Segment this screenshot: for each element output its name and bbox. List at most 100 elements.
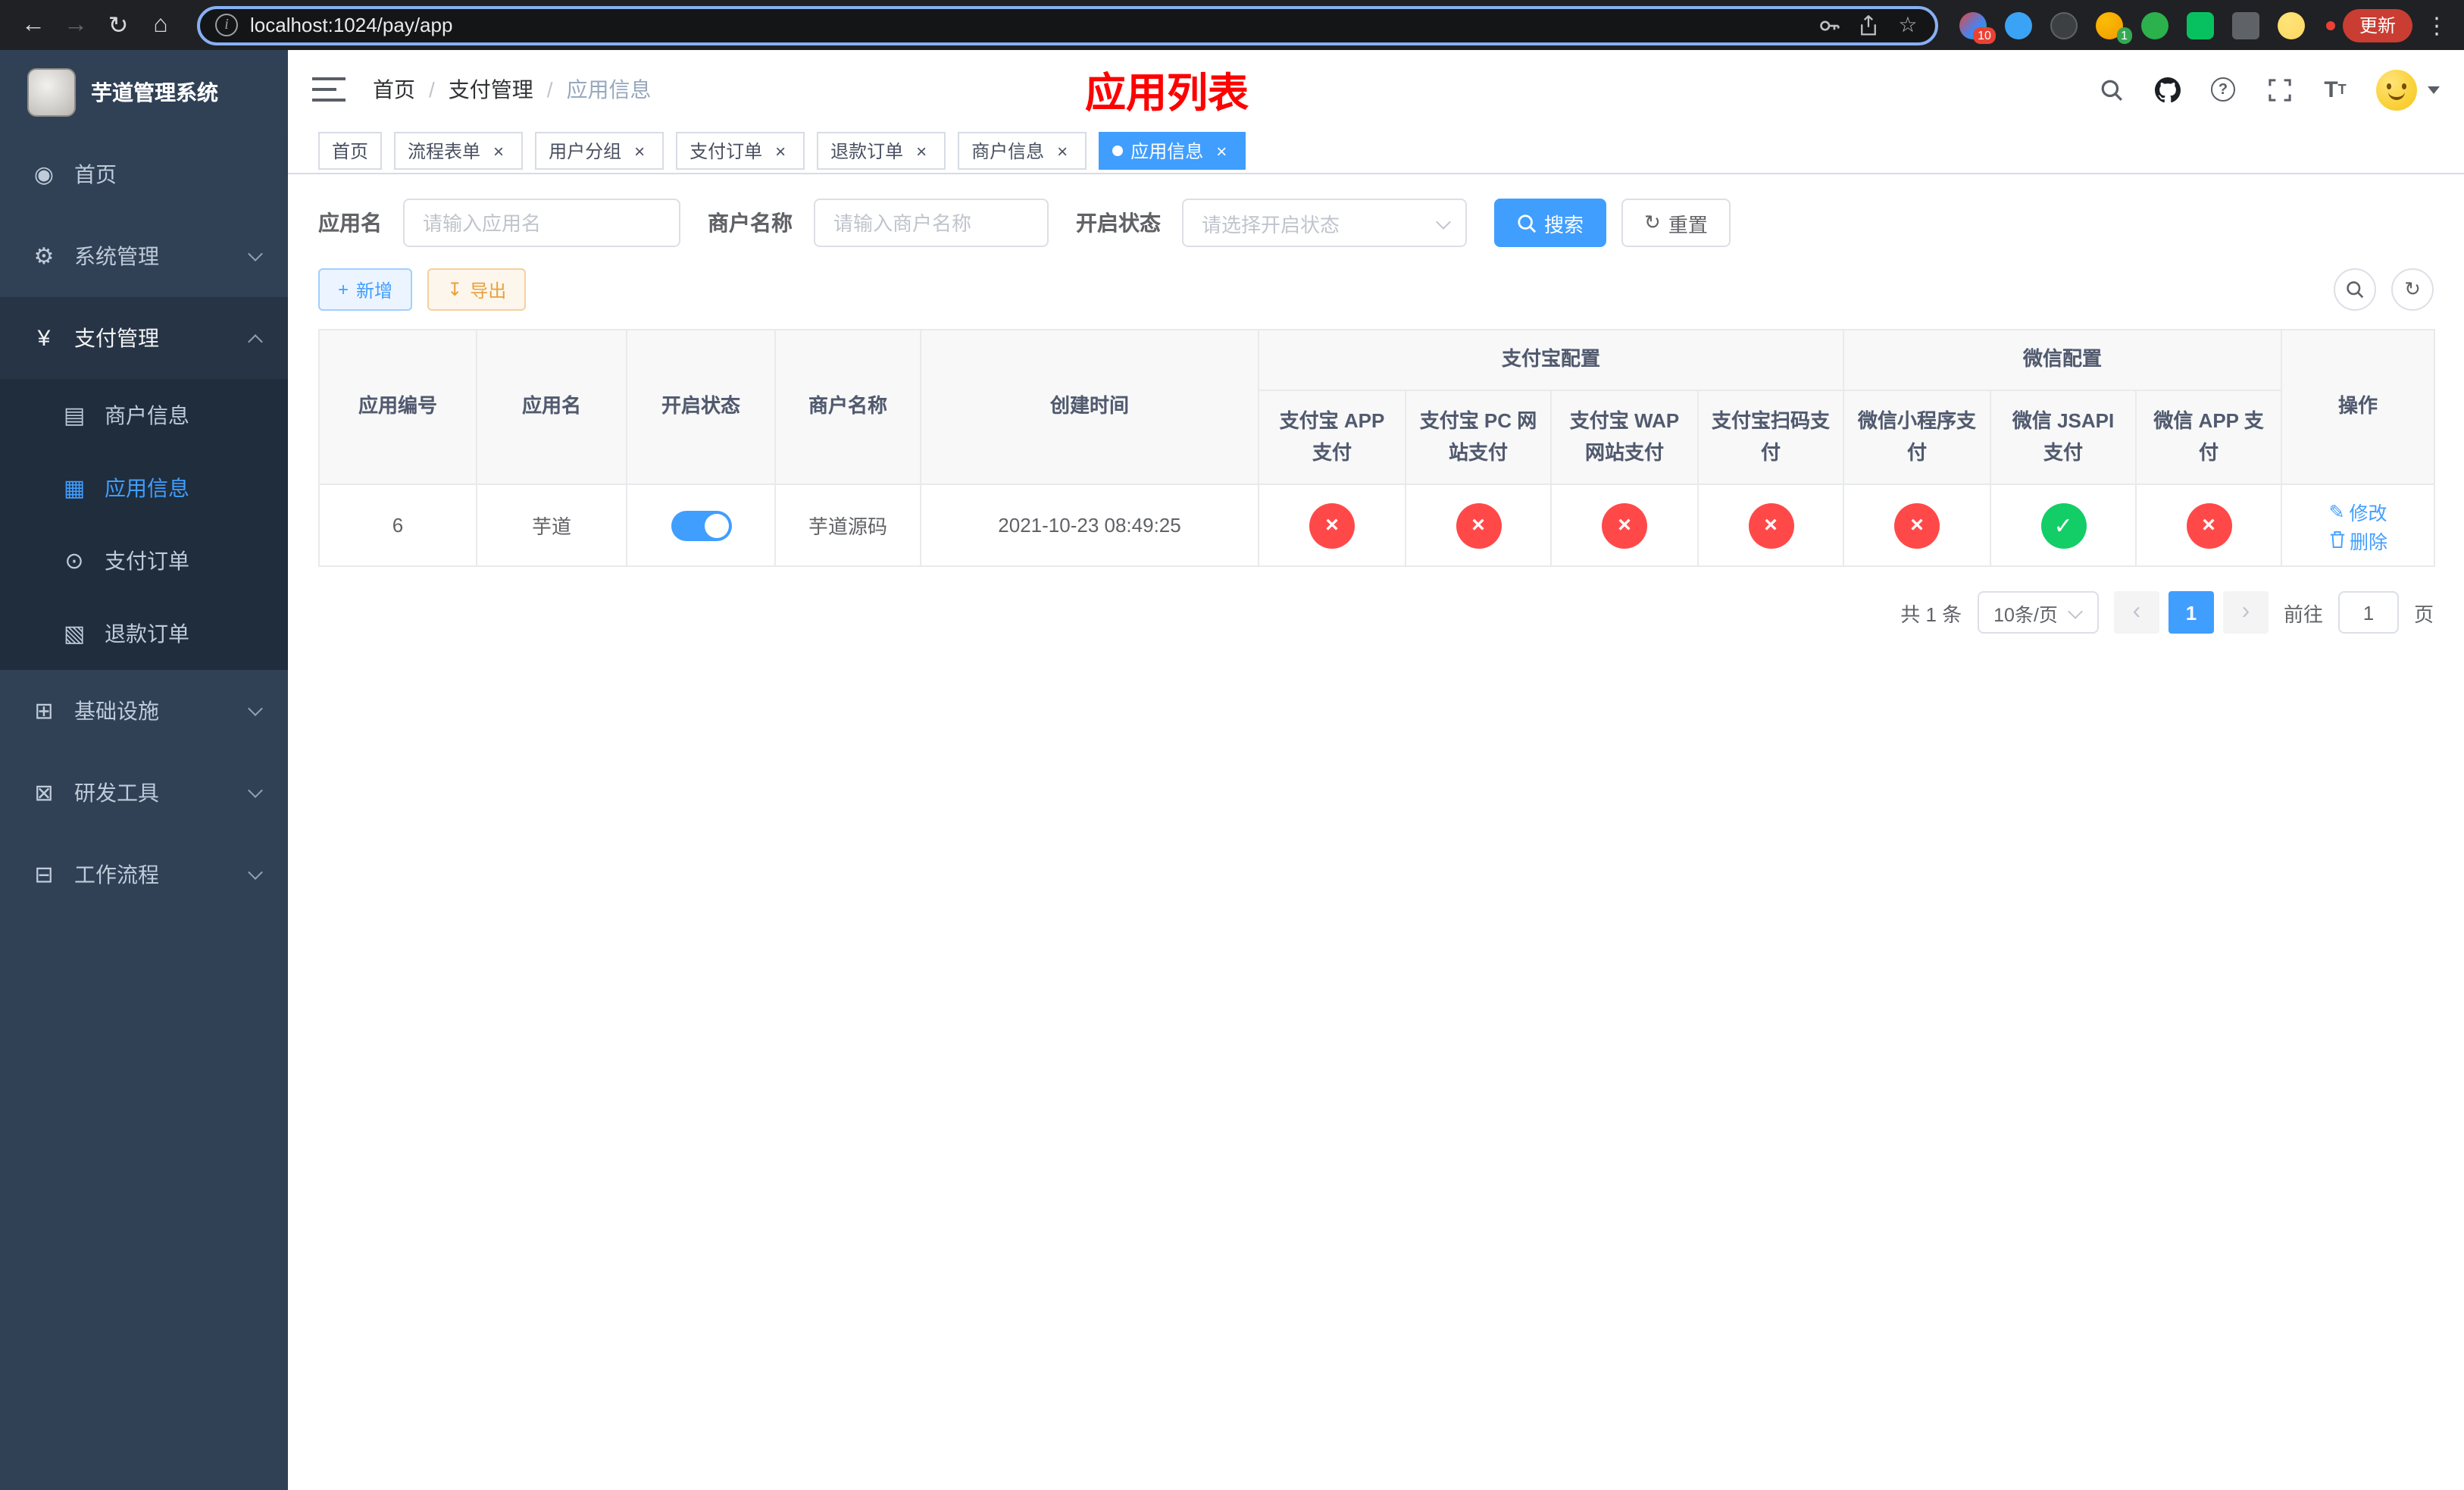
sidebar-item-pay-order[interactable]: ⊙ 支付订单	[0, 524, 288, 597]
yen-icon: ¥	[37, 325, 51, 351]
sidebar-item-home[interactable]: ◉ 首页	[0, 133, 288, 215]
sidebar-item-infrastructure[interactable]: ⊞ 基础设施	[0, 670, 288, 752]
password-key-icon[interactable]	[1811, 7, 1847, 43]
close-icon[interactable]: ×	[911, 140, 932, 161]
cell-app-name: 芋道	[476, 484, 627, 567]
breadcrumb-payment[interactable]: 支付管理	[449, 74, 533, 105]
merchant-name-input[interactable]	[814, 199, 1049, 247]
extension-icon[interactable]	[2181, 5, 2222, 45]
collapse-sidebar-icon[interactable]	[312, 77, 346, 102]
refresh-table-button[interactable]: ↻	[2391, 268, 2434, 311]
share-icon[interactable]	[1850, 7, 1887, 43]
browser-reload-button[interactable]: ↻	[97, 4, 139, 46]
grid-icon: ▦	[63, 476, 86, 502]
top-navbar: 首页 / 支付管理 / 应用信息 应用列表 ? T T	[288, 50, 2464, 129]
tag-merchant-info[interactable]: 商户信息 ×	[958, 132, 1087, 170]
extension-icon[interactable]	[2226, 5, 2267, 45]
chevron-down-icon	[1436, 214, 1451, 230]
app-title: 芋道管理系统	[91, 80, 218, 104]
tag-refund-order[interactable]: 退款订单 ×	[817, 132, 946, 170]
active-tag-dot	[1112, 146, 1124, 156]
help-icon[interactable]: ?	[2208, 74, 2238, 105]
browser-menu-icon[interactable]: ⋮	[2422, 11, 2452, 39]
add-button[interactable]: + 新增	[318, 268, 413, 311]
prev-page-button[interactable]: ‹	[2113, 591, 2159, 634]
close-icon[interactable]: ×	[629, 140, 650, 161]
extension-icon[interactable]	[2044, 5, 2085, 45]
tag-pay-order[interactable]: 支付订单 ×	[676, 132, 805, 170]
edit-link[interactable]: ✎ 修改	[2329, 496, 2387, 525]
extension-glyph	[2005, 11, 2033, 39]
close-icon[interactable]: ×	[1211, 140, 1232, 161]
github-icon[interactable]	[2152, 74, 2182, 105]
sidebar-item-dev-tools[interactable]: ⊠ 研发工具	[0, 752, 288, 834]
search-button[interactable]: 搜索	[1494, 199, 1607, 247]
user-avatar-menu[interactable]	[2376, 69, 2440, 110]
browser-back-button[interactable]: ←	[12, 4, 55, 46]
col-alipay-app: 支付宝 APP 支付	[1258, 390, 1406, 485]
alipay-pc-status-icon: ×	[1456, 502, 1501, 548]
close-icon[interactable]: ×	[770, 140, 791, 161]
col-wechat-mini: 微信小程序支付	[1843, 390, 1992, 485]
tag-home[interactable]: 首页	[318, 132, 383, 170]
export-button[interactable]: ↧ 导出	[427, 268, 527, 311]
url-text[interactable]: localhost:1024/pay/app	[250, 14, 1811, 36]
cell-create-time: 2021-10-23 08:49:25	[920, 484, 1259, 567]
col-app-id: 应用编号	[318, 329, 477, 485]
search-icon	[2347, 281, 2364, 299]
sidebar-item-refund-order[interactable]: ▧ 退款订单	[0, 597, 288, 670]
extension-badge: 10	[1973, 27, 1996, 44]
tag-user-group[interactable]: 用户分组 ×	[535, 132, 664, 170]
page-size-select[interactable]: 10条/页	[1977, 591, 2099, 634]
sidebar-item-workflow[interactable]: ⊟ 工作流程	[0, 834, 288, 916]
tag-app-info[interactable]: 应用信息 ×	[1099, 132, 1246, 170]
extension-icon[interactable]: 1	[2090, 5, 2132, 45]
delete-link[interactable]: 删除	[2328, 525, 2387, 554]
toggle-search-button[interactable]	[2334, 268, 2376, 311]
app-name-input[interactable]	[403, 199, 680, 247]
extension-icon[interactable]	[2272, 5, 2312, 45]
browser-update-button[interactable]: 更新	[2342, 8, 2412, 42]
app-logo-row[interactable]: 芋道管理系统	[0, 50, 288, 133]
page-content: 应用名 商户名称 开启状态 请选择开启状态 搜索 ↻	[288, 174, 2464, 1490]
page-number-button[interactable]: 1	[2168, 591, 2214, 634]
status-select[interactable]: 请选择开启状态	[1182, 199, 1467, 247]
sidebar-item-payment[interactable]: ¥ 支付管理	[0, 297, 288, 379]
close-icon[interactable]: ×	[1052, 140, 1073, 161]
font-size-icon[interactable]: TT	[2320, 74, 2350, 105]
goto-page-input[interactable]	[2337, 591, 2399, 634]
search-icon[interactable]	[2096, 74, 2126, 105]
extension-glyph	[2141, 11, 2169, 39]
avatar	[2376, 69, 2417, 110]
address-bar[interactable]: i localhost:1024/pay/app ☆	[197, 5, 1938, 45]
next-page-button[interactable]: ›	[2222, 591, 2269, 634]
refund-icon: ▧	[63, 621, 86, 647]
plus-icon: +	[338, 279, 349, 300]
breadcrumb: 首页 / 支付管理 / 应用信息	[373, 74, 652, 105]
status-label: 开启状态	[1076, 211, 1161, 235]
site-info-icon[interactable]: i	[215, 14, 238, 36]
breadcrumb-home[interactable]: 首页	[373, 74, 415, 105]
app-logo-avatar	[27, 67, 76, 116]
close-icon[interactable]: ×	[488, 140, 509, 161]
breadcrumb-current: 应用信息	[566, 77, 652, 102]
bookmark-star-icon[interactable]: ☆	[1890, 7, 1926, 43]
sidebar-item-system[interactable]: ⚙ 系统管理	[0, 215, 288, 297]
enabled-toggle[interactable]	[671, 510, 731, 540]
sidebar: 芋道管理系统 ◉ 首页 ⚙ 系统管理 ¥ 支付管理 ▤ 商户信息 ▦ 应用信息 …	[0, 50, 288, 1490]
sidebar-item-app-info[interactable]: ▦ 应用信息	[0, 452, 288, 524]
extension-icon[interactable]: 10	[1953, 5, 1996, 45]
reset-button[interactable]: ↻ 重置	[1621, 199, 1731, 247]
browser-home-button[interactable]: ⌂	[139, 4, 182, 46]
chevron-down-icon	[248, 700, 263, 715]
col-create-time: 创建时间	[920, 329, 1259, 485]
extension-badge: 1	[2116, 27, 2132, 44]
tag-process-form[interactable]: 流程表单 ×	[394, 132, 524, 170]
fullscreen-icon[interactable]	[2264, 74, 2294, 105]
alipay-app-status-icon: ×	[1309, 502, 1355, 548]
extension-icon[interactable]	[2135, 5, 2176, 45]
chevron-down-icon	[248, 864, 263, 879]
sidebar-item-merchant-info[interactable]: ▤ 商户信息	[0, 379, 288, 452]
extension-icon[interactable]	[1999, 5, 2040, 45]
browser-forward-button[interactable]: →	[55, 4, 97, 46]
